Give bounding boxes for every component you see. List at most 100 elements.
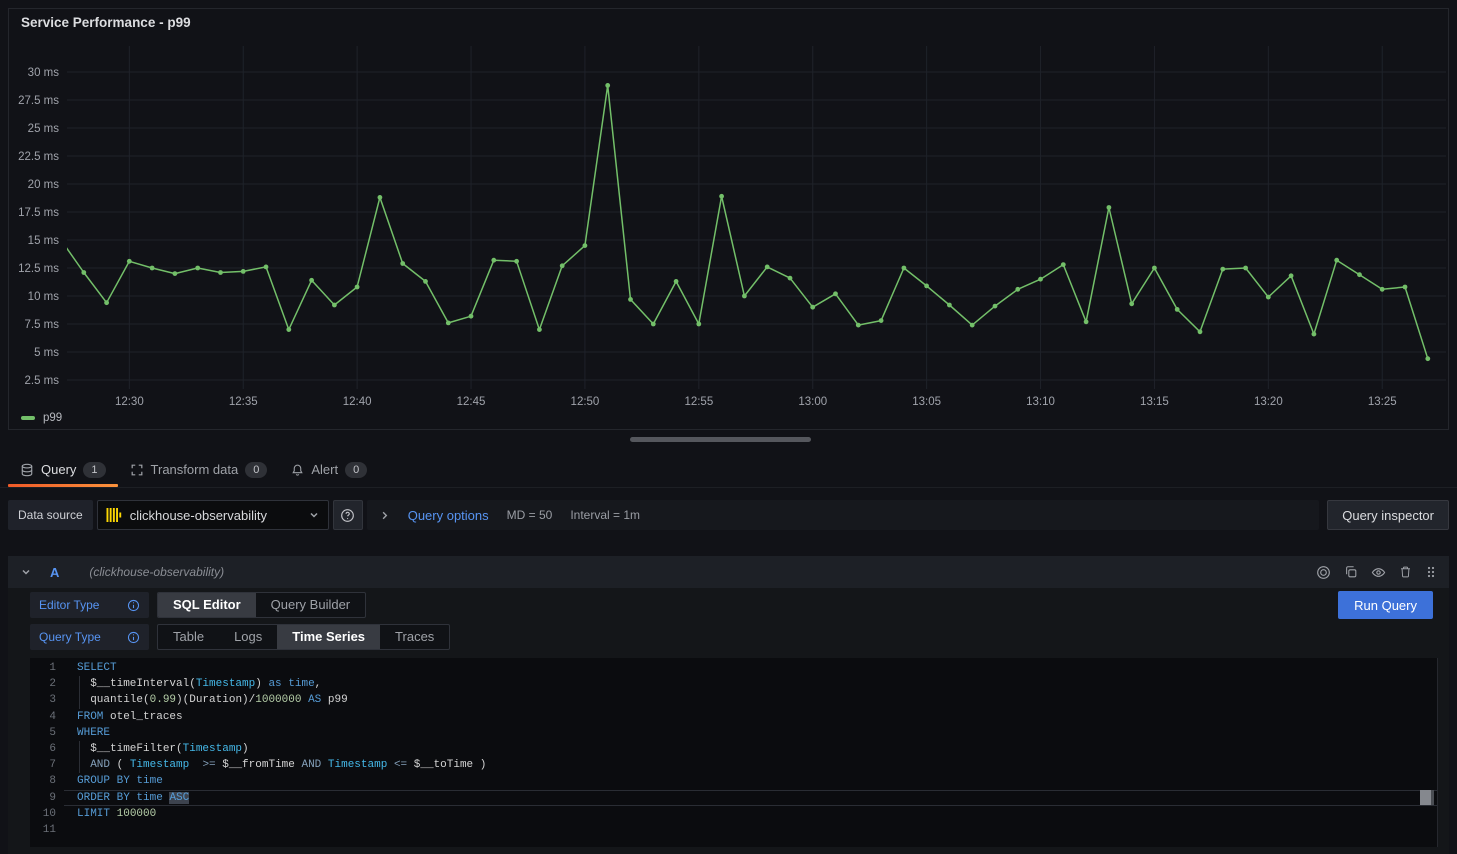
- datasource-value: clickhouse-observability: [130, 508, 300, 523]
- svg-text:12:55: 12:55: [684, 396, 713, 408]
- record-circle-icon[interactable]: [1316, 565, 1331, 580]
- editor-cursor-marker: [1420, 790, 1431, 805]
- line-number: 10: [30, 806, 56, 822]
- query-type-label: Query Type: [30, 624, 149, 650]
- query-toolbar: Data source clickhouse-observability Que…: [8, 500, 1449, 530]
- line-number: 4: [30, 709, 56, 725]
- line-content: $__timeInterval(Timestamp) as time,: [77, 676, 321, 692]
- panel-title: Service Performance - p99: [21, 15, 191, 30]
- query-type-option-traces[interactable]: Traces: [380, 625, 449, 649]
- editor-type-row: Editor Type SQL EditorQuery Builder: [30, 592, 366, 618]
- svg-text:27.5 ms: 27.5 ms: [18, 95, 59, 107]
- sql-code-editor[interactable]: 1 SELECT2 $__timeInterval(Timestamp) as t…: [30, 658, 1438, 847]
- query-options-md: MD = 50: [507, 508, 553, 522]
- chevron-right-icon[interactable]: [379, 510, 390, 521]
- info-circle-icon[interactable]: [127, 631, 140, 644]
- collapse-chevron-icon[interactable]: [20, 566, 32, 578]
- chevron-down-icon: [308, 509, 320, 521]
- line-number: 3: [30, 692, 56, 708]
- tab-label: Transform data: [151, 462, 239, 477]
- svg-text:13:00: 13:00: [798, 396, 827, 408]
- line-content: ORDER BY time ASC: [77, 790, 189, 806]
- svg-text:5 ms: 5 ms: [34, 347, 59, 359]
- query-options-toggle[interactable]: Query options: [408, 508, 489, 523]
- sql-line-1[interactable]: 1 SELECT: [30, 660, 1437, 676]
- drag-handle-icon[interactable]: [1425, 565, 1437, 579]
- tab-transform[interactable]: Transform data 0: [118, 452, 280, 487]
- query-editor-row: A (clickhouse-observability) Editor Type…: [8, 556, 1449, 854]
- line-number: 7: [30, 757, 56, 773]
- editor-type-option-sql-editor[interactable]: SQL Editor: [158, 593, 256, 617]
- sql-line-7[interactable]: 7 AND ( Timestamp >= $__fromTime AND Tim…: [30, 757, 1437, 773]
- query-type-option-table[interactable]: Table: [158, 625, 219, 649]
- svg-text:15 ms: 15 ms: [28, 235, 60, 247]
- tab-label: Alert: [311, 462, 338, 477]
- svg-text:7.5 ms: 7.5 ms: [24, 319, 59, 331]
- editor-type-label: Editor Type: [30, 592, 149, 618]
- line-number: 8: [30, 773, 56, 789]
- editor-type-segmented: SQL EditorQuery Builder: [157, 592, 366, 618]
- line-content: AND ( Timestamp >= $__fromTime AND Times…: [77, 757, 486, 773]
- datasource-picker[interactable]: clickhouse-observability: [97, 500, 329, 530]
- svg-text:12.5 ms: 12.5 ms: [18, 263, 59, 275]
- bell-icon: [291, 463, 304, 477]
- series-p99: [59, 83, 1431, 361]
- query-type-option-logs[interactable]: Logs: [219, 625, 277, 649]
- sql-line-11[interactable]: 11: [30, 822, 1437, 838]
- svg-text:12:35: 12:35: [229, 396, 258, 408]
- svg-text:12:40: 12:40: [343, 396, 372, 408]
- chart-grid: [67, 46, 1446, 389]
- sql-line-10[interactable]: 10LIMIT 100000: [30, 806, 1437, 822]
- help-circle-icon: [340, 508, 355, 523]
- datasource-help-button[interactable]: [333, 500, 363, 530]
- line-content: quantile(0.99)(Duration)/1000000 AS p99: [77, 692, 348, 708]
- query-ref-id[interactable]: A: [50, 565, 59, 580]
- clickhouse-icon: [106, 507, 122, 523]
- svg-text:22.5 ms: 22.5 ms: [18, 151, 59, 163]
- sql-line-5[interactable]: 5WHERE: [30, 725, 1437, 741]
- delete-query-trash-icon[interactable]: [1399, 565, 1412, 579]
- hide-query-eye-icon[interactable]: [1371, 565, 1386, 580]
- sql-line-8[interactable]: 8 GROUP BY time: [30, 773, 1437, 789]
- tab-count-badge: 0: [245, 462, 267, 478]
- query-inspector-button[interactable]: Query inspector: [1327, 500, 1449, 530]
- query-row-header: A (clickhouse-observability): [8, 556, 1449, 588]
- timeseries-chart: 2.5 ms5 ms7.5 ms10 ms12.5 ms15 ms17.5 ms…: [9, 9, 1448, 409]
- sql-line-3[interactable]: 3 quantile(0.99)(Duration)/1000000 AS p9…: [30, 692, 1437, 708]
- svg-text:13:15: 13:15: [1140, 396, 1169, 408]
- tab-label: Query: [41, 462, 76, 477]
- datasource-label: Data source: [8, 500, 93, 530]
- sql-line-2[interactable]: 2 $__timeInterval(Timestamp) as time,: [30, 676, 1437, 692]
- sql-line-9[interactable]: 9ORDER BY time ASC: [30, 790, 1437, 806]
- legend-series-label: p99: [43, 412, 62, 424]
- svg-text:13:05: 13:05: [912, 396, 941, 408]
- info-circle-icon[interactable]: [127, 599, 140, 612]
- svg-text:17.5 ms: 17.5 ms: [18, 207, 59, 219]
- query-options-bar: Query options MD = 50 Interval = 1m: [367, 500, 1320, 530]
- tabs-divider: [0, 487, 1457, 488]
- legend-series-swatch: [21, 416, 35, 420]
- run-query-button[interactable]: Run Query: [1338, 591, 1433, 619]
- line-number: 1: [30, 660, 56, 676]
- line-content: $__timeFilter(Timestamp): [77, 741, 249, 757]
- query-type-option-time-series[interactable]: Time Series: [277, 625, 380, 649]
- tab-count-badge: 1: [83, 462, 105, 478]
- svg-text:13:10: 13:10: [1026, 396, 1055, 408]
- sql-line-4[interactable]: 4 FROM otel_traces: [30, 709, 1437, 725]
- svg-text:13:20: 13:20: [1254, 396, 1283, 408]
- svg-text:2.5 ms: 2.5 ms: [24, 375, 59, 387]
- tab-alert[interactable]: Alert0: [279, 452, 379, 487]
- chart-legend[interactable]: p99: [21, 412, 62, 424]
- timeseries-panel: Service Performance - p99 2.5 ms 5 ms 7.5 …: [8, 8, 1449, 430]
- line-content: GROUP BY time: [77, 773, 163, 789]
- svg-text:20 ms: 20 ms: [28, 179, 60, 191]
- query-datasource-hint: (clickhouse-observability): [89, 565, 224, 579]
- line-content: FROM otel_traces: [77, 709, 183, 725]
- line-number: 11: [30, 822, 56, 838]
- sql-line-6[interactable]: 6 $__timeFilter(Timestamp): [30, 741, 1437, 757]
- editor-type-option-query-builder[interactable]: Query Builder: [256, 593, 365, 617]
- tab-query[interactable]: Query 1: [8, 452, 118, 487]
- horizontal-scrollbar-thumb[interactable]: [630, 437, 811, 442]
- line-content: SELECT: [77, 660, 117, 676]
- duplicate-query-icon[interactable]: [1344, 565, 1358, 579]
